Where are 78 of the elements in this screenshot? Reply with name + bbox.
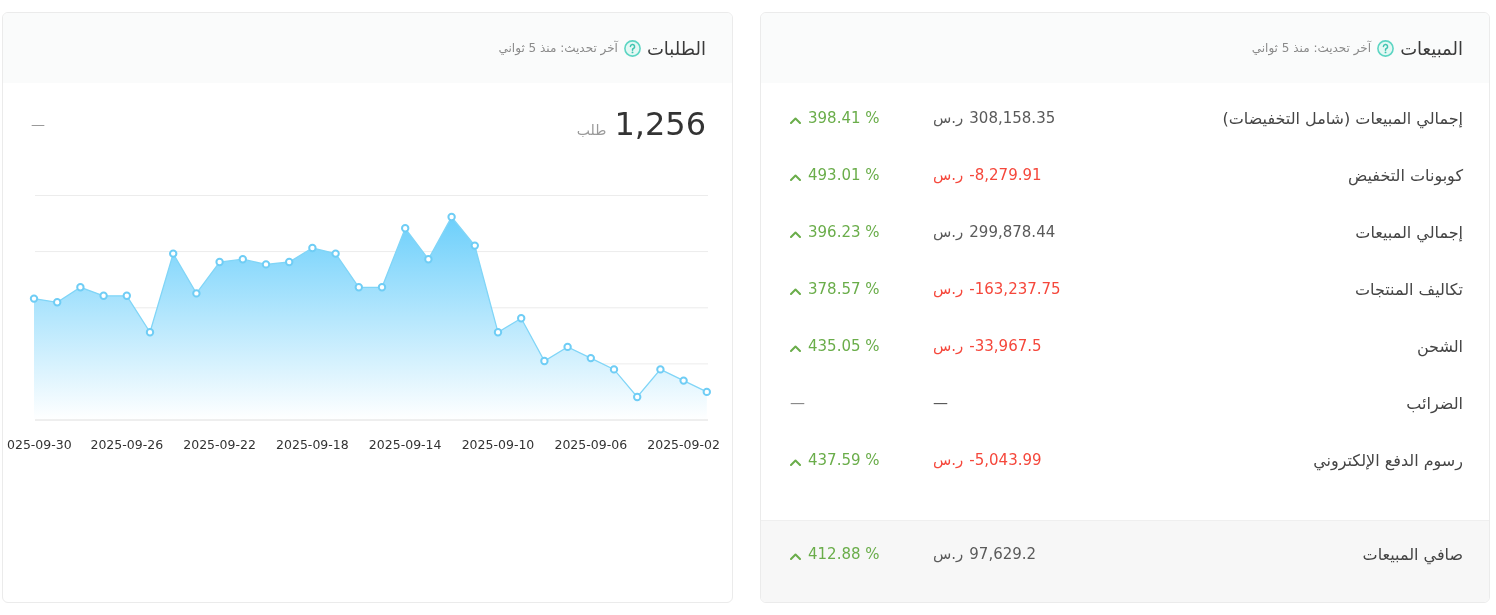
- data-point: [470, 241, 479, 250]
- data-point: [540, 356, 549, 366]
- row-label: إجمالي المبيعات (شامل التخفيضات): [1221, 107, 1463, 131]
- data-point: [29, 294, 39, 303]
- currency-label: ر.س: [933, 222, 964, 244]
- data-point: [517, 314, 526, 323]
- amount-value: -33,967.5: [969, 336, 1042, 358]
- help-icon[interactable]: [1377, 39, 1395, 57]
- change-percent: 396.23 %: [808, 222, 880, 244]
- data-point: [76, 283, 85, 292]
- amount-value: -163,237.75: [969, 279, 1061, 301]
- axis-label: 2025-09-02: [647, 436, 720, 452]
- data-point: [563, 342, 572, 352]
- axis-label: 025-09-30: [7, 436, 72, 452]
- change-percent: —: [790, 393, 805, 415]
- card-title: المبيعات: [1400, 36, 1463, 61]
- row-label: إجمالي المبيعات: [1354, 221, 1463, 245]
- row-label: تكاليف المنتجات: [1354, 278, 1463, 301]
- data-point: [122, 291, 131, 300]
- data-point: [679, 376, 688, 385]
- data-point: [192, 289, 201, 298]
- unit-label: طلب: [576, 121, 607, 140]
- data-point: [609, 365, 619, 374]
- currency-label: ر.س: [933, 544, 964, 566]
- data-point: [424, 255, 433, 264]
- axis-label: 2025-09-10: [461, 436, 535, 452]
- total-label: صافي المبيعات: [1361, 543, 1463, 567]
- currency-label: ر.س: [933, 450, 964, 472]
- change-percent: 435.05 %: [808, 336, 880, 358]
- axis-label: 2025-09-22: [183, 436, 256, 452]
- help-icon[interactable]: [623, 39, 641, 57]
- axis-label: 2025-09-18: [276, 436, 349, 452]
- data-point: [401, 224, 410, 233]
- amount-value: -5,043.99: [969, 450, 1042, 472]
- order-count: 1,256: [614, 105, 706, 143]
- row-label: كوبونات التخفيض: [1346, 164, 1463, 188]
- data-point: [702, 387, 711, 397]
- row-label: رسوم الدفع الإلكتروني: [1312, 449, 1463, 473]
- change-percent: 412.88 %: [808, 544, 880, 566]
- data-point: [238, 255, 247, 264]
- data-point: [261, 260, 271, 269]
- data-point: [308, 243, 317, 253]
- card-title: الطلبات: [646, 36, 706, 61]
- data-point: [169, 249, 178, 258]
- row-label: الضرائب: [1405, 392, 1463, 415]
- data-point: [354, 283, 363, 292]
- last-update-text: آخر تحديث: منذ 5 ثواني: [498, 39, 618, 57]
- data-point: [53, 298, 62, 307]
- amount-value: -8,279.91: [969, 165, 1042, 187]
- amount-value: 299,878.44: [969, 222, 1056, 244]
- data-point: [656, 365, 665, 374]
- data-point: [99, 291, 108, 300]
- currency-label: ر.س: [933, 108, 964, 130]
- data-point: [285, 257, 294, 267]
- amount-value: 97,629.2: [969, 544, 1037, 566]
- comparison-value: —: [31, 114, 45, 134]
- data-point: [633, 392, 642, 402]
- amount-value: —: [933, 393, 948, 415]
- currency-label: ر.س: [933, 279, 964, 301]
- amount-value: 308,158.35: [969, 108, 1056, 130]
- axis-label: 2025-09-06: [554, 436, 628, 452]
- data-point: [447, 212, 456, 222]
- change-percent: 437.59 %: [808, 450, 880, 472]
- last-update-text: آخر تحديث: منذ 5 ثواني: [1251, 39, 1372, 57]
- row-label: الشحن: [1415, 335, 1463, 359]
- change-percent: 378.57 %: [808, 279, 880, 301]
- data-point: [586, 353, 595, 363]
- currency-label: ر.س: [933, 165, 964, 187]
- data-point: [215, 257, 224, 267]
- currency-label: ر.س: [933, 336, 964, 358]
- change-percent: 493.01 %: [808, 165, 880, 187]
- data-point: [145, 328, 155, 337]
- data-point: [331, 249, 340, 258]
- data-point: [377, 283, 387, 292]
- data-point: [493, 328, 503, 337]
- change-percent: 398.41 %: [808, 108, 880, 130]
- axis-label: 2025-09-14: [368, 436, 442, 452]
- axis-label: 2025-09-26: [90, 436, 164, 452]
